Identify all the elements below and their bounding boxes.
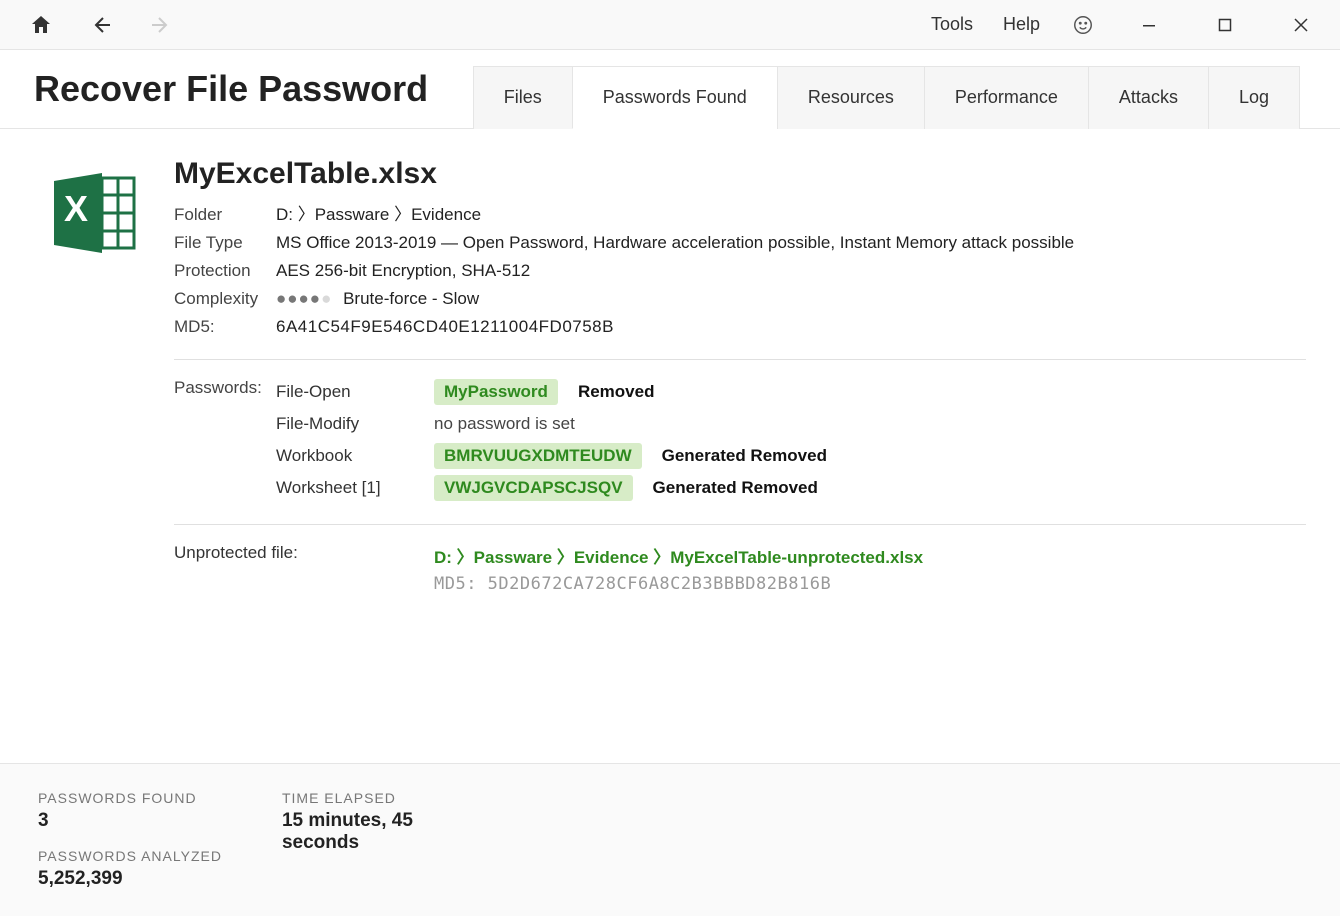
file-details: MyExcelTable.xlsx Folder D: 〉Passware 〉E… (174, 157, 1306, 594)
stat-time-elapsed: TIME ELAPSED 15 minutes, 45 seconds (282, 790, 452, 890)
password-type: File-Open (276, 382, 434, 402)
page-title: Recover File Password (34, 50, 428, 128)
unprotected-md5: MD5: 5D2D672CA728CF6A8C2B3BBBD82B816B (434, 574, 923, 594)
tab-attacks[interactable]: Attacks (1088, 66, 1208, 129)
password-status: Generated Removed (653, 478, 818, 498)
separator (174, 359, 1306, 360)
password-type: Workbook (276, 446, 434, 466)
footer-stats: PASSWORDS FOUND 3 PASSWORDS ANALYZED 5,2… (0, 763, 1340, 916)
password-value: BMRVUUGXDMTEUDW (434, 443, 642, 469)
password-row: File-Modify no password is set (276, 410, 1306, 438)
stat-value: 15 minutes, 45 seconds (282, 810, 452, 854)
folder-label: Folder (174, 201, 276, 229)
passwords-label: Passwords: (174, 378, 276, 506)
nav-icons (28, 12, 174, 38)
file-name: MyExcelTable.xlsx (174, 157, 1306, 191)
tab-resources[interactable]: Resources (777, 66, 924, 129)
tab-performance[interactable]: Performance (924, 66, 1088, 129)
tabs: Files Passwords Found Resources Performa… (473, 65, 1300, 128)
file-header: X MyExcelTable.xlsx Folder D: 〉Passware … (44, 157, 1306, 594)
home-icon[interactable] (28, 12, 54, 38)
complexity-text: Brute-force - Slow (343, 289, 479, 308)
complexity-label: Complexity (174, 285, 276, 313)
excel-icon: X (44, 163, 144, 263)
smiley-icon[interactable] (1070, 12, 1096, 38)
folder-value: D: 〉Passware 〉Evidence (276, 201, 481, 229)
header-row: Recover File Password Files Passwords Fo… (0, 50, 1340, 129)
password-row: File-Open MyPassword Removed (276, 378, 1306, 406)
complexity-dots: ●●●●● (276, 289, 332, 308)
tools-menu[interactable]: Tools (931, 14, 973, 35)
password-value: MyPassword (434, 379, 558, 405)
stat-label: PASSWORDS ANALYZED (38, 848, 222, 864)
menu-items: Tools Help (931, 5, 1334, 45)
protection-label: Protection (174, 257, 276, 285)
tab-log[interactable]: Log (1208, 66, 1300, 129)
stat-column-left: PASSWORDS FOUND 3 PASSWORDS ANALYZED 5,2… (38, 790, 222, 890)
stat-passwords-found: PASSWORDS FOUND 3 (38, 790, 222, 832)
stat-value: 3 (38, 810, 208, 832)
password-status: Removed (578, 382, 655, 402)
complexity-value: ●●●●● Brute-force - Slow (276, 285, 479, 313)
md5-value: 6A41C54F9E546CD40E1211004FD0758B (276, 313, 614, 341)
maximize-button[interactable] (1202, 5, 1248, 45)
stat-label: PASSWORDS FOUND (38, 790, 222, 806)
content: X MyExcelTable.xlsx Folder D: 〉Passware … (0, 129, 1340, 763)
close-button[interactable] (1278, 5, 1324, 45)
minimize-button[interactable] (1126, 5, 1172, 45)
filetype-label: File Type (174, 229, 276, 257)
password-type: Worksheet [1] (276, 478, 434, 498)
md5-label: MD5: (174, 313, 276, 341)
password-status: Generated Removed (662, 446, 827, 466)
svg-text:X: X (64, 188, 88, 229)
stat-value: 5,252,399 (38, 868, 208, 890)
stat-label: TIME ELAPSED (282, 790, 452, 806)
separator (174, 524, 1306, 525)
titlebar: Tools Help (0, 0, 1340, 50)
password-row: Workbook BMRVUUGXDMTEUDW Generated Remov… (276, 442, 1306, 470)
tab-files[interactable]: Files (473, 66, 572, 129)
stat-passwords-analyzed: PASSWORDS ANALYZED 5,252,399 (38, 848, 222, 890)
help-menu[interactable]: Help (1003, 14, 1040, 35)
password-value: VWJGVCDAPSCJSQV (434, 475, 633, 501)
unprotected-label: Unprotected file: (174, 543, 434, 594)
back-icon[interactable] (88, 12, 114, 38)
password-plain: no password is set (434, 414, 575, 434)
passwords-section: Passwords: File-Open MyPassword Removed … (174, 378, 1306, 506)
tab-passwords-found[interactable]: Passwords Found (572, 66, 777, 129)
unprotected-path[interactable]: D: 〉Passware 〉Evidence 〉MyExcelTable-unp… (434, 543, 923, 568)
protection-value: AES 256-bit Encryption, SHA-512 (276, 257, 530, 285)
unprotected-row: Unprotected file: D: 〉Passware 〉Evidence… (174, 543, 1306, 594)
forward-icon (148, 12, 174, 38)
password-type: File-Modify (276, 414, 434, 434)
filetype-value: MS Office 2013-2019 — Open Password, Har… (276, 229, 1074, 257)
password-row: Worksheet [1] VWJGVCDAPSCJSQV Generated … (276, 474, 1306, 502)
